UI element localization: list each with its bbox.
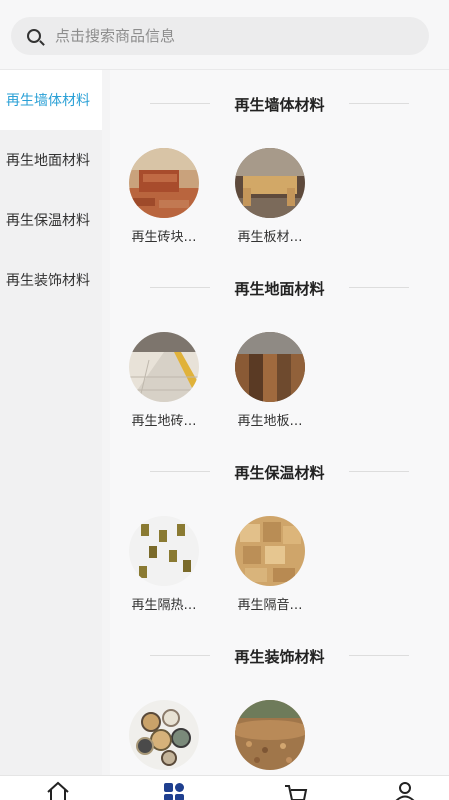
- product-item[interactable]: 再生隔音…: [234, 516, 306, 613]
- search-input[interactable]: [55, 27, 355, 45]
- category-sidebar: 再生墙体材料 再生地面材料 再生保温材料 再生装饰材料: [0, 70, 102, 775]
- product-item[interactable]: 再生地砖…: [128, 332, 200, 429]
- product-name: 再生地砖…: [131, 414, 197, 429]
- tab-cart[interactable]: [284, 780, 308, 800]
- section-decoration-materials: 再生装饰材料: [110, 622, 449, 775]
- product-image-board: [235, 148, 305, 218]
- divider: [349, 103, 409, 104]
- bottom-tab-bar: [0, 775, 449, 800]
- product-name: 再生地板…: [237, 414, 303, 429]
- product-image-heat-insulation: [129, 516, 199, 586]
- product-image-sound-insulation: [235, 516, 305, 586]
- product-image-decor-plates: [129, 700, 199, 770]
- product-name: 再生隔热…: [131, 598, 197, 613]
- user-icon: [395, 782, 415, 800]
- search-bar[interactable]: [11, 17, 429, 55]
- product-name: 再生砖块…: [131, 230, 197, 245]
- sidebar-item-decoration-materials[interactable]: 再生装饰材料: [0, 250, 102, 310]
- section-insulation-materials: 再生保温材料 再生隔热… 再生隔音…: [110, 438, 449, 622]
- product-name: 再生隔音…: [237, 598, 303, 613]
- product-list: 再生墙体材料 再生砖块… 再生板材… 再生地面材料 再生地砖… 再生地板… 再生…: [110, 70, 449, 775]
- product-item[interactable]: 再生隔热…: [128, 516, 200, 613]
- sidebar-item-insulation-materials[interactable]: 再生保温材料: [0, 190, 102, 250]
- search-icon: [27, 29, 41, 43]
- tab-profile[interactable]: [393, 780, 417, 800]
- category-icon: [164, 783, 184, 800]
- divider: [150, 103, 210, 104]
- tab-home[interactable]: [46, 780, 70, 800]
- divider: [150, 655, 210, 656]
- sidebar-item-floor-materials[interactable]: 再生地面材料: [0, 130, 102, 190]
- product-item[interactable]: [234, 700, 306, 775]
- section-title: 再生保温材料: [110, 462, 449, 483]
- product-name: 再生板材…: [237, 230, 303, 245]
- sidebar-item-label: 再生地面材料: [6, 153, 90, 169]
- section-title: 再生墙体材料: [110, 94, 449, 115]
- home-icon: [47, 781, 69, 800]
- divider: [349, 655, 409, 656]
- product-image-wood-chips: [235, 700, 305, 770]
- divider: [349, 471, 409, 472]
- divider: [150, 471, 210, 472]
- section-title: 再生装饰材料: [110, 646, 449, 667]
- cart-icon: [285, 785, 308, 800]
- section-title-text: 再生装饰材料: [234, 648, 325, 666]
- tab-category[interactable]: [162, 780, 186, 800]
- product-image-brick: [129, 148, 199, 218]
- divider: [150, 287, 210, 288]
- section-title-text: 再生墙体材料: [234, 96, 325, 114]
- product-item[interactable]: 再生板材…: [234, 148, 306, 245]
- section-wall-materials: 再生墙体材料 再生砖块… 再生板材…: [110, 70, 449, 254]
- top-bar: [0, 0, 449, 70]
- section-title-text: 再生保温材料: [234, 464, 325, 482]
- sidebar-item-wall-materials[interactable]: 再生墙体材料: [0, 70, 102, 130]
- section-floor-materials: 再生地面材料 再生地砖… 再生地板…: [110, 254, 449, 438]
- product-image-wood-floor: [235, 332, 305, 402]
- product-item[interactable]: 再生砖块…: [128, 148, 200, 245]
- product-item[interactable]: 再生地板…: [234, 332, 306, 429]
- section-title: 再生地面材料: [110, 278, 449, 299]
- section-title-text: 再生地面材料: [234, 280, 325, 298]
- sidebar-item-label: 再生墙体材料: [6, 93, 90, 109]
- sidebar-item-label: 再生保温材料: [6, 213, 90, 229]
- product-image-floor-tile: [129, 332, 199, 402]
- divider: [349, 287, 409, 288]
- sidebar-item-label: 再生装饰材料: [6, 273, 90, 289]
- product-item[interactable]: [128, 700, 200, 775]
